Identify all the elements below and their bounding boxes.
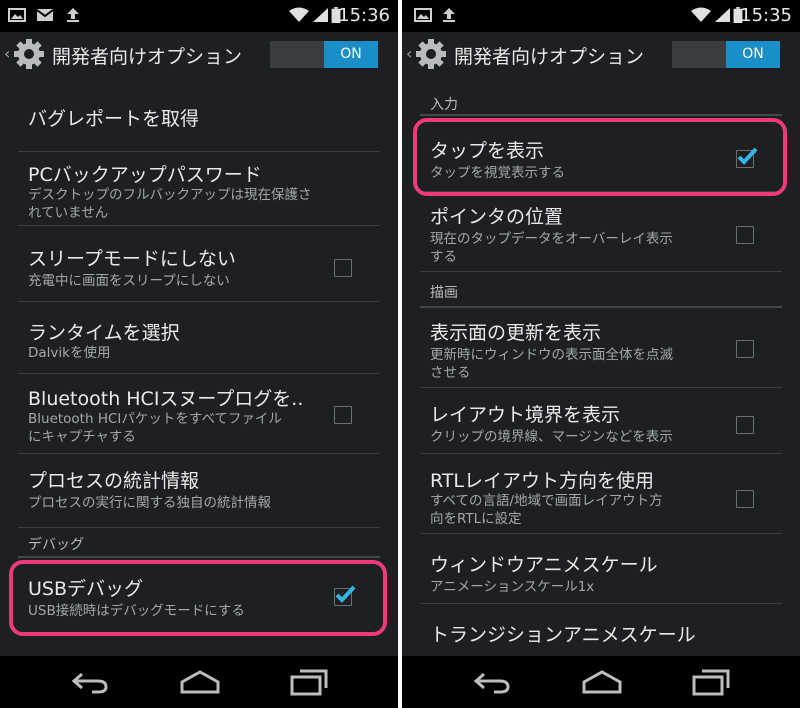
- category-drawing: 描画: [430, 285, 458, 301]
- layout-bounds-checkbox[interactable]: [736, 416, 754, 434]
- page-title: 開発者向けオプション: [454, 46, 645, 68]
- item-title: Bluetooth HCIスヌープログを..: [28, 388, 304, 410]
- item-summary: Dalvikを使用: [28, 345, 111, 361]
- item-title: レイアウト境界を表示: [430, 404, 621, 426]
- stay-awake-checkbox[interactable]: [334, 259, 352, 277]
- back-icon[interactable]: [470, 668, 514, 696]
- home-icon[interactable]: [178, 668, 222, 696]
- list-item-pc-backup-password[interactable]: PCバックアップパスワード デスクトップのフルバックアップは現在保護さ れていま…: [18, 152, 380, 226]
- item-title: トランジションアニメスケール: [430, 624, 696, 646]
- list-item-process-stats[interactable]: プロセスの統計情報 プロセスの実行に関する独自の統計情報: [18, 454, 380, 528]
- category-input: 入力: [430, 97, 458, 113]
- left-screen: 15:36 ‹ 開発者向けオプション ON バグレポートを取得 PCバックアップ…: [0, 0, 398, 708]
- settings-list: バグレポートを取得 PCバックアップパスワード デスクトップのフルバックアップは…: [0, 76, 398, 656]
- list-item-select-runtime[interactable]: ランタイムを選択 Dalvikを使用: [18, 302, 380, 374]
- category-debug: デバッグ: [28, 537, 84, 553]
- item-title: RTLレイアウト方向を使用: [430, 470, 655, 492]
- recents-icon[interactable]: [690, 668, 734, 696]
- highlight-outline: [9, 560, 387, 636]
- wifi-icon: [691, 7, 711, 22]
- item-title: 表示面の更新を表示: [430, 322, 602, 344]
- item-summary: デスクトップのフルバックアップは現在保護さ: [28, 187, 312, 203]
- back-caret-icon[interactable]: ‹: [406, 44, 412, 63]
- item-title: プロセスの統計情報: [28, 470, 200, 492]
- item-summary: 更新時にウィンドウの表示面全体を点滅: [430, 347, 673, 363]
- picture-icon: [8, 8, 26, 22]
- clock: 15:35: [740, 5, 792, 26]
- status-bar: 15:36: [0, 0, 398, 32]
- list-item-stay-awake[interactable]: スリープモードにしない 充電中に画面をスリープにしない: [18, 226, 380, 302]
- pointer-location-checkbox[interactable]: [736, 226, 754, 244]
- action-bar: ‹ 開発者向けオプション ON: [0, 32, 398, 76]
- settings-list: 入力 タップを表示 タップを視覚表示する ポインタの位置 現在のタップデータをオ…: [402, 76, 800, 656]
- wifi-icon: [289, 7, 309, 22]
- item-summary-line2: れていません: [28, 205, 109, 221]
- item-summary: 現在のタップデータをオーバーレイ表示: [430, 231, 673, 247]
- item-title: バグレポートを取得: [28, 108, 200, 130]
- list-item-force-rtl[interactable]: RTLレイアウト方向を使用 すべての言語/地域で画面レイアウト方 向をRTLに設…: [420, 454, 782, 534]
- item-summary: すべての言語/地域で画面レイアウト方: [430, 493, 663, 509]
- list-item-bluetooth-hci-snoop[interactable]: Bluetooth HCIスヌープログを.. Bluetooth HCIパケット…: [18, 374, 380, 454]
- list-item-pointer-location[interactable]: ポインタの位置 現在のタップデータをオーバーレイ表示 する: [420, 196, 782, 272]
- list-item-show-surface-updates[interactable]: 表示面の更新を表示 更新時にウィンドウの表示面全体を点滅 させる: [420, 310, 782, 388]
- gear-icon[interactable]: [12, 37, 46, 71]
- item-title: PCバックアップパスワード: [28, 164, 262, 186]
- item-summary: クリップの境界線、マージンなどを表示: [430, 429, 673, 445]
- force-rtl-checkbox[interactable]: [736, 490, 754, 508]
- recents-icon[interactable]: [288, 668, 332, 696]
- item-summary-line2: にキャプチャする: [28, 429, 136, 445]
- toggle-on-label: ON: [324, 41, 378, 68]
- item-title: ウィンドウアニメスケール: [430, 554, 658, 576]
- upload-icon: [443, 8, 455, 22]
- category-divider: [18, 556, 380, 558]
- clock: 15:36: [338, 5, 390, 26]
- back-icon[interactable]: [68, 668, 112, 696]
- item-title: スリープモードにしない: [28, 248, 236, 270]
- picture-icon: [414, 8, 432, 22]
- surface-updates-checkbox[interactable]: [736, 340, 754, 358]
- page-title: 開発者向けオプション: [52, 46, 243, 68]
- item-summary: アニメーションスケール1x: [430, 579, 595, 595]
- developer-options-toggle[interactable]: ON: [270, 41, 378, 68]
- highlight-outline: [413, 118, 787, 196]
- gear-icon[interactable]: [414, 37, 448, 71]
- item-summary-line2: 向をRTLに設定: [430, 511, 522, 527]
- item-summary: プロセスの実行に関する独自の統計情報: [28, 495, 271, 511]
- item-summary-line2: する: [430, 249, 457, 265]
- right-screen: 15:35 ‹ 開発者向けオプション ON 入力 タップを表示 タップを視覚表示…: [402, 0, 800, 708]
- list-item-window-animation-scale[interactable]: ウィンドウアニメスケール アニメーションスケール1x: [420, 534, 782, 604]
- home-icon[interactable]: [580, 668, 624, 696]
- status-bar: 15:35: [402, 0, 800, 32]
- category-divider: [420, 306, 782, 308]
- developer-options-toggle[interactable]: ON: [672, 41, 780, 68]
- signal-icon: [313, 8, 328, 22]
- list-item-show-layout-bounds[interactable]: レイアウト境界を表示 クリップの境界線、マージンなどを表示: [420, 388, 782, 454]
- item-title: ポインタの位置: [430, 206, 564, 228]
- list-item-bug-report[interactable]: バグレポートを取得: [18, 76, 380, 152]
- upload-icon: [67, 8, 79, 22]
- item-summary-line2: させる: [430, 365, 471, 381]
- category-divider: [420, 114, 782, 116]
- action-bar: ‹ 開発者向けオプション ON: [402, 32, 800, 76]
- item-summary: Bluetooth HCIパケットをすべてファイル: [28, 411, 282, 427]
- item-summary: 充電中に画面をスリープにしない: [28, 273, 230, 289]
- navigation-bar: [402, 656, 800, 708]
- item-title: ランタイムを選択: [28, 322, 180, 344]
- back-caret-icon[interactable]: ‹: [4, 44, 10, 63]
- list-item-transition-animation-scale[interactable]: トランジションアニメスケール: [420, 604, 782, 656]
- toggle-on-label: ON: [726, 41, 780, 68]
- navigation-bar: [0, 656, 398, 708]
- mail-icon: [36, 9, 54, 21]
- signal-icon: [715, 8, 730, 22]
- bluetooth-hci-checkbox[interactable]: [334, 406, 352, 424]
